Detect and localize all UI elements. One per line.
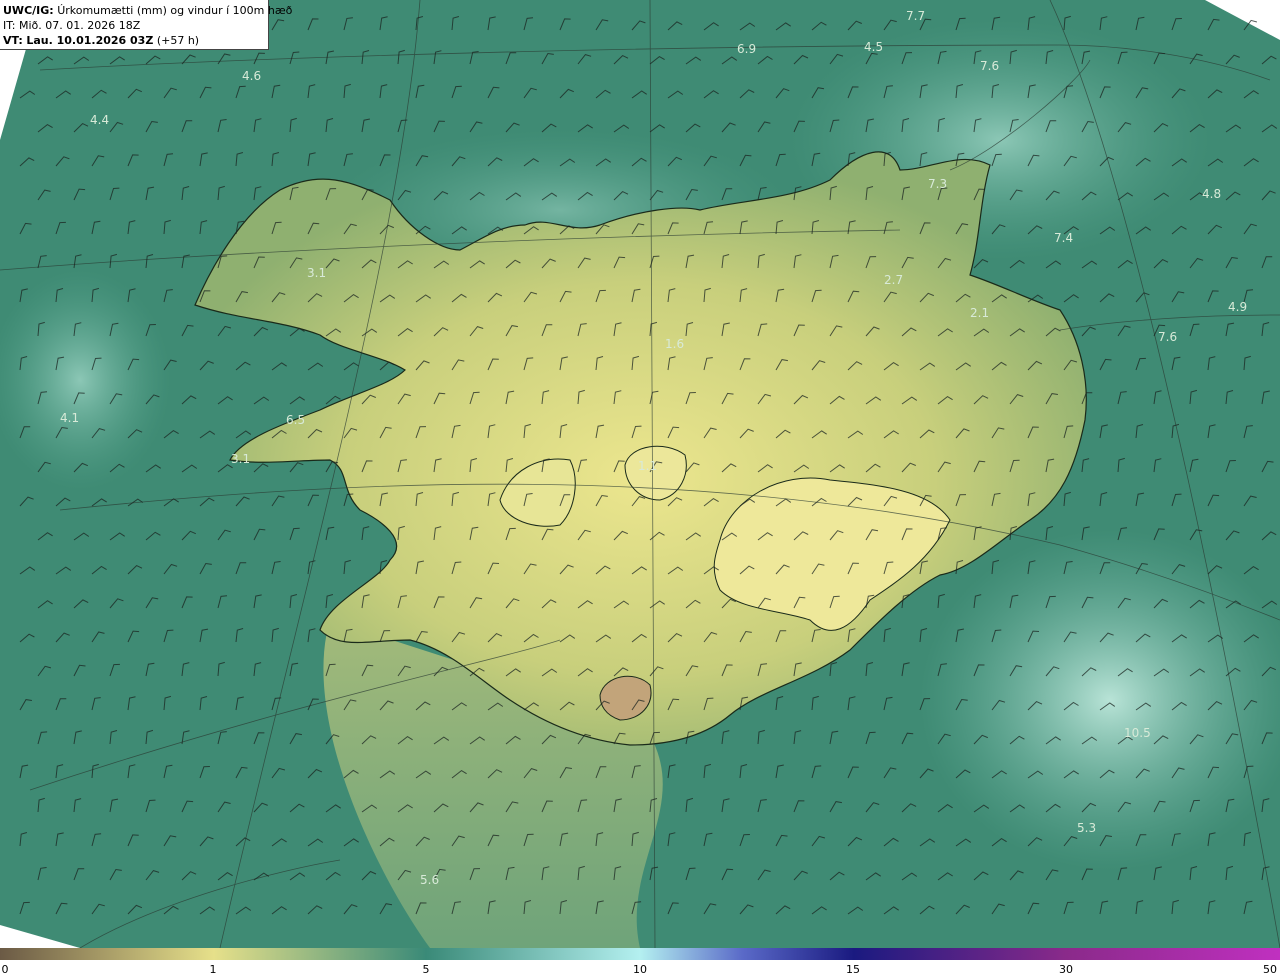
- value-label: 4.1: [60, 411, 79, 425]
- value-label: 3.1: [231, 452, 250, 466]
- value-label: 7.7: [906, 9, 925, 23]
- value-label: 6.9: [737, 42, 756, 56]
- colorbar-tick: 30: [1059, 963, 1073, 976]
- value-label: 2.7: [884, 273, 903, 287]
- valid-prefix: VT:: [3, 34, 23, 47]
- value-label: 5.6: [420, 873, 439, 887]
- product-name: Úrkomumætti (mm) og vindur í 100m hæð: [57, 4, 293, 17]
- value-label: 1.6: [665, 337, 684, 351]
- lead-time: (+57 h): [156, 34, 200, 47]
- value-label: 5.3: [1077, 821, 1096, 835]
- init-time: IT: Mið. 07. 01. 2026 18Z: [3, 19, 141, 32]
- colorbar-tick: 50: [1263, 963, 1277, 976]
- colorbar-tick: 1: [209, 963, 217, 976]
- precip-colorbar: [0, 948, 1280, 960]
- value-label: 2.1: [970, 306, 989, 320]
- colorbar-tick: 10: [633, 963, 647, 976]
- valid-time-line: VT: Lau. 10.01.2026 03Z (+57 h): [3, 33, 265, 48]
- value-label: 7.6: [980, 59, 999, 73]
- colorbar-tick: 0: [1, 963, 9, 976]
- colorbar-tick: 5: [422, 963, 430, 976]
- value-label: 4.6: [242, 69, 261, 83]
- map-title-box: UWC/IG: Úrkomumætti (mm) og vindur í 100…: [0, 0, 292, 50]
- value-label: 1.1: [638, 459, 657, 473]
- value-label: 6.5: [286, 413, 305, 427]
- colorbar-tick: 15: [846, 963, 860, 976]
- value-label: 7.6: [1158, 330, 1177, 344]
- value-label: 3.1: [307, 266, 326, 280]
- precipitation-wind-map: 7.7 6.9 4.5 7.6 4.6 4.4 7.3 4.8 7.4 3.1 …: [0, 0, 1280, 948]
- value-label: 4.9: [1228, 300, 1247, 314]
- model-name: UWC/IG:: [3, 4, 54, 17]
- value-label: 7.3: [928, 177, 947, 191]
- value-label: 4.5: [864, 40, 883, 54]
- value-label: 7.4: [1054, 231, 1073, 245]
- value-label: 4.4: [90, 113, 109, 127]
- value-label: 4.8: [1202, 187, 1221, 201]
- valid-time: Lau. 10.01.2026 03Z: [26, 34, 154, 47]
- value-label: 10.5: [1124, 726, 1151, 740]
- product-title: UWC/IG: Úrkomumætti (mm) og vindur í 100…: [3, 3, 292, 18]
